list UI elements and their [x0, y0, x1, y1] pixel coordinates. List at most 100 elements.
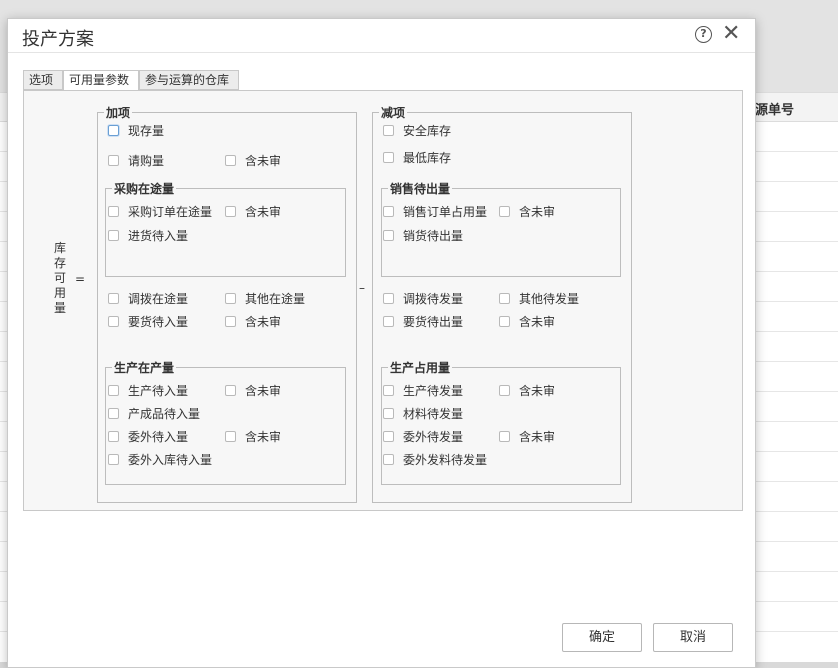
purchase-request-unaudited-checkbox[interactable]: 含未审	[225, 153, 281, 169]
outsource-pending-in-checkbox[interactable]: 委外待入量	[108, 429, 188, 445]
checkbox-box[interactable]	[225, 385, 236, 396]
production-plan-dialog: 投产方案 ? ✕ 选项 可用量参数 参与运算的仓库 库存可用量 = – 加项 现…	[7, 18, 756, 668]
transfer-pending-out-checkbox[interactable]: 调拨待发量	[383, 291, 463, 307]
outsource-storage-pending-checkbox[interactable]: 委外入库待入量	[108, 452, 212, 468]
checkbox-box[interactable]	[499, 316, 510, 327]
checkbox-label: 调拨待发量	[403, 292, 464, 306]
po-in-transit-checkbox[interactable]: 采购订单在途量	[108, 204, 212, 220]
requisition-pending-in-checkbox[interactable]: 要货待入量	[108, 314, 188, 330]
checkbox-box[interactable]	[383, 454, 394, 465]
checkbox-label: 含未审	[245, 430, 282, 444]
receipt-pending-checkbox[interactable]: 进货待入量	[108, 228, 188, 244]
checkbox-box[interactable]	[108, 316, 119, 327]
checkbox-box[interactable]	[108, 454, 119, 465]
checkbox-box[interactable]	[383, 431, 394, 442]
checkbox-label: 其他在途量	[245, 292, 306, 306]
min-stock-checkbox[interactable]: 最低库存	[383, 150, 451, 166]
help-icon[interactable]: ?	[695, 26, 712, 43]
finished-product-pending-in-checkbox[interactable]: 产成品待入量	[108, 406, 200, 422]
checkbox-label: 含未审	[519, 430, 556, 444]
other-pending-out-checkbox[interactable]: 其他待发量	[499, 291, 579, 307]
checkbox-box[interactable]	[225, 206, 236, 217]
checkbox-box[interactable]	[499, 293, 510, 304]
transfer-in-transit-checkbox[interactable]: 调拨在途量	[108, 291, 188, 307]
po-unaudited-checkbox[interactable]: 含未审	[225, 204, 281, 220]
checkbox-label: 安全库存	[403, 124, 452, 138]
checkbox-box[interactable]	[108, 293, 119, 304]
checkbox-box[interactable]	[108, 431, 119, 442]
production-use-legend: 生产占用量	[390, 361, 451, 375]
tab-options[interactable]: 选项	[23, 70, 63, 90]
checkbox-box[interactable]	[383, 293, 394, 304]
checkbox-box[interactable]	[225, 431, 236, 442]
outsource-material-pending-checkbox[interactable]: 委外发料待发量	[383, 452, 487, 468]
close-icon[interactable]: ✕	[722, 20, 740, 48]
checkbox-label: 含未审	[245, 205, 282, 219]
checkbox-box[interactable]	[383, 125, 394, 136]
checkbox-label: 委外发料待发量	[403, 453, 488, 467]
checkbox-box[interactable]	[499, 206, 510, 217]
safety-stock-checkbox[interactable]: 安全库存	[383, 123, 451, 139]
checkbox-label: 生产待发量	[403, 384, 464, 398]
tab-warehouses[interactable]: 参与运算的仓库	[139, 70, 239, 90]
checkbox-label: 含未审	[245, 384, 282, 398]
delivery-pending-checkbox[interactable]: 销货待出量	[383, 228, 463, 244]
checkbox-box[interactable]	[383, 385, 394, 396]
other-in-transit-checkbox[interactable]: 其他在途量	[225, 291, 305, 307]
checkbox-label: 含未审	[519, 384, 556, 398]
checkbox-box[interactable]	[225, 293, 236, 304]
title-divider	[8, 52, 755, 53]
checkbox-box[interactable]	[225, 155, 236, 166]
checkbox-box[interactable]	[499, 431, 510, 442]
outsource-unaudited-checkbox[interactable]: 含未审	[225, 429, 281, 445]
requisition-pending-out-checkbox[interactable]: 要货待出量	[383, 314, 463, 330]
dialog-title: 投产方案	[22, 29, 94, 50]
checkbox-box[interactable]	[383, 408, 394, 419]
checkbox-label: 含未审	[245, 154, 282, 168]
tab-availability-params[interactable]: 可用量参数	[63, 70, 139, 91]
so-occupied-checkbox[interactable]: 销售订单占用量	[383, 204, 487, 220]
checkbox-label: 要货待出量	[403, 315, 464, 329]
checkbox-box[interactable]	[225, 316, 236, 327]
checkbox-box[interactable]	[383, 152, 394, 163]
minus-sign: –	[359, 281, 365, 295]
checkbox-box[interactable]	[499, 385, 510, 396]
ok-button[interactable]: 确定	[562, 623, 642, 652]
checkbox-label: 销售订单占用量	[403, 205, 488, 219]
checkbox-label: 委外待入量	[128, 430, 189, 444]
production-unaudited-checkbox[interactable]: 含未审	[225, 383, 281, 399]
stock-checkbox[interactable]: 现存量	[108, 123, 164, 139]
available-stock-label: 库存可用量	[53, 241, 66, 315]
checkbox-box[interactable]	[383, 230, 394, 241]
checkbox-label: 生产待入量	[128, 384, 189, 398]
requisition-out-unaudited-checkbox[interactable]: 含未审	[499, 314, 555, 330]
checkbox-box[interactable]	[383, 316, 394, 327]
checkbox-label: 含未审	[519, 205, 556, 219]
checkbox-box[interactable]	[108, 155, 119, 166]
material-pending-issue-checkbox[interactable]: 材料待发量	[383, 406, 463, 422]
checkbox-box[interactable]	[108, 385, 119, 396]
checkbox-label: 采购订单在途量	[128, 205, 213, 219]
so-unaudited-checkbox[interactable]: 含未审	[499, 204, 555, 220]
production-pending-in-checkbox[interactable]: 生产待入量	[108, 383, 188, 399]
outsource-pending-issue-checkbox[interactable]: 委外待发量	[383, 429, 463, 445]
checkbox-label: 要货待入量	[128, 315, 189, 329]
checkbox-label: 产成品待入量	[128, 407, 201, 421]
checkbox-box[interactable]	[108, 206, 119, 217]
checkbox-label: 含未审	[245, 315, 282, 329]
cancel-button[interactable]: 取消	[653, 623, 733, 652]
checkbox-label: 材料待发量	[403, 407, 464, 421]
production-pending-issue-checkbox[interactable]: 生产待发量	[383, 383, 463, 399]
production-use-unaudited-checkbox[interactable]: 含未审	[499, 383, 555, 399]
tab-panel: 库存可用量 = – 加项 现存量 请购量 含未审 采购在途量 采购订单在途量 含…	[23, 90, 743, 511]
checkbox-box[interactable]	[108, 125, 119, 136]
requisition-unaudited-checkbox[interactable]: 含未审	[225, 314, 281, 330]
checkbox-box[interactable]	[383, 206, 394, 217]
checkbox-label: 请购量	[128, 154, 165, 168]
checkbox-label: 含未审	[519, 315, 556, 329]
checkbox-box[interactable]	[108, 408, 119, 419]
checkbox-box[interactable]	[108, 230, 119, 241]
outsource-issue-unaudited-checkbox[interactable]: 含未审	[499, 429, 555, 445]
purchase-request-checkbox[interactable]: 请购量	[108, 153, 164, 169]
purchase-in-transit-legend: 采购在途量	[114, 182, 175, 196]
